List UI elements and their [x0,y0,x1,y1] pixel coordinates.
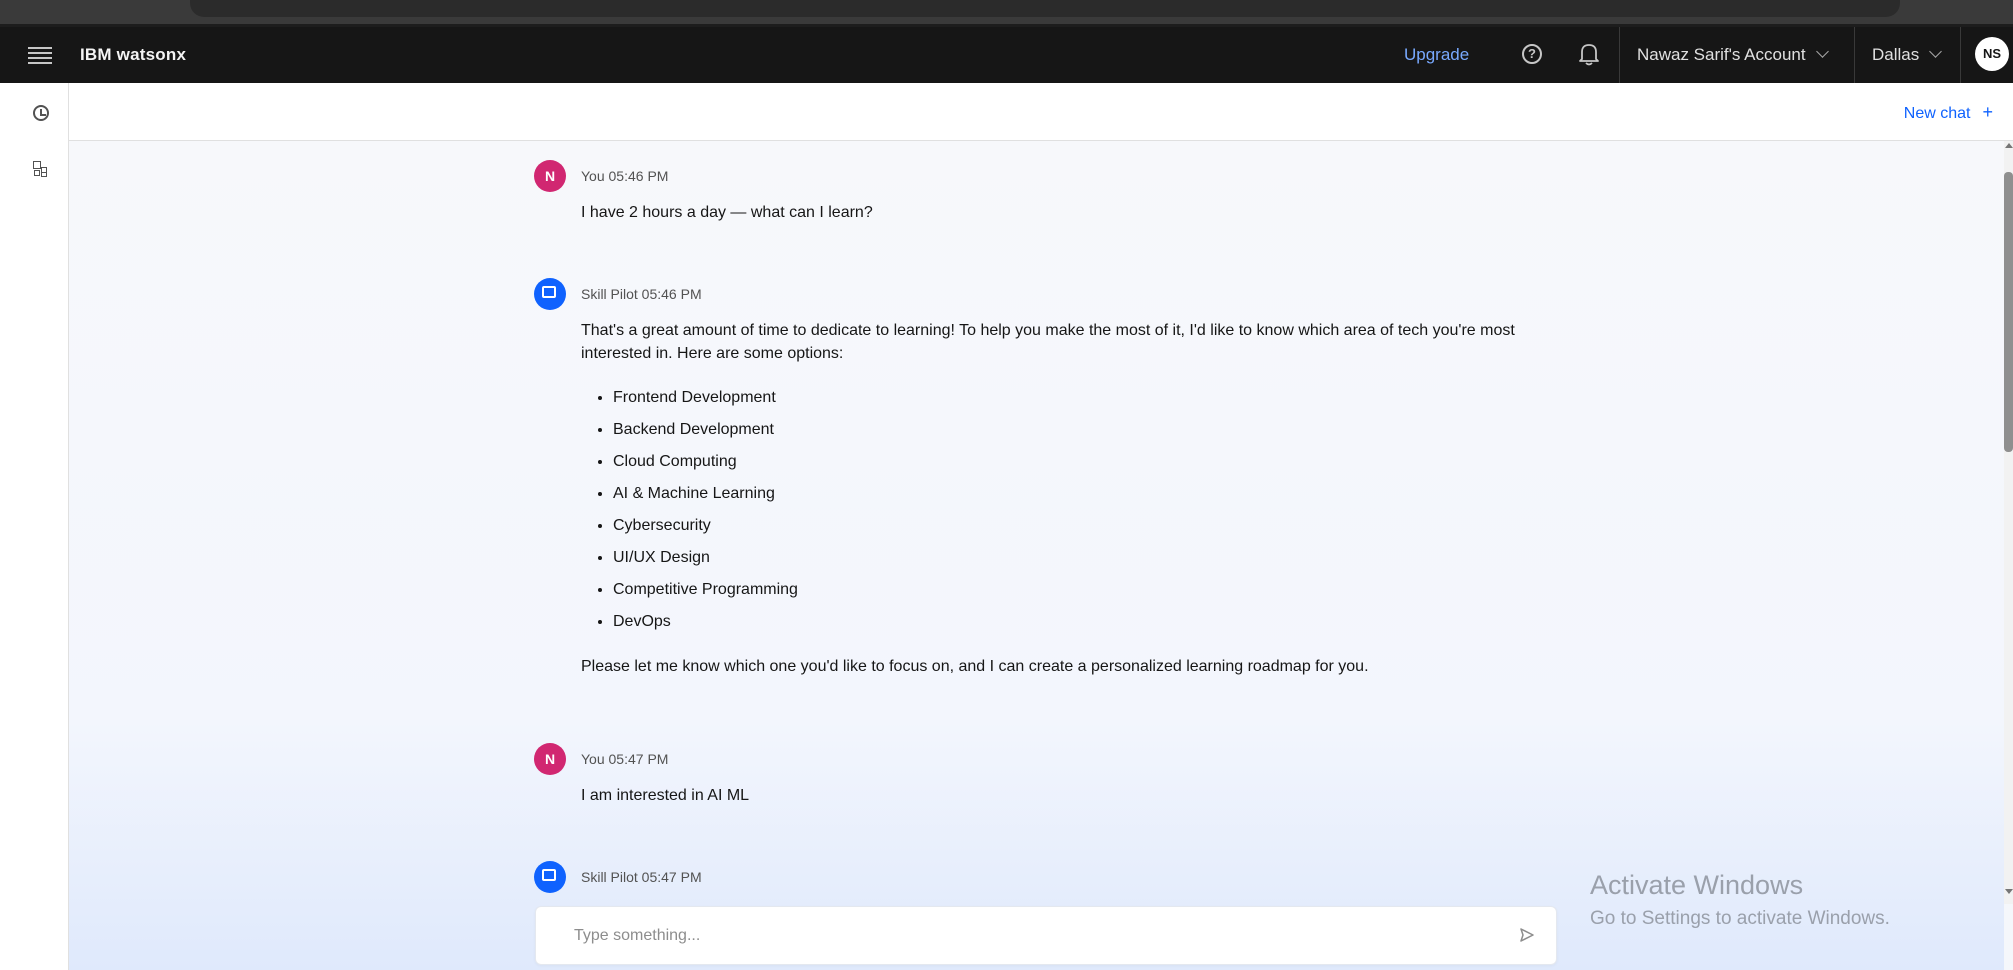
message-meta: You 05:47 PM [581,751,669,767]
region-switcher[interactable]: Dallas [1872,45,1943,65]
history-clock-icon[interactable] [33,105,49,121]
message-input[interactable] [572,924,1476,948]
header-divider [1960,27,1961,83]
account-label: Nawaz Sarif's Account [1637,45,1806,64]
new-chat-button[interactable]: New chat + [1904,102,1993,123]
region-label: Dallas [1872,45,1920,64]
list-item: Cloud Computing [613,450,1581,473]
chat-scrollbar[interactable] [2004,141,2013,904]
header-divider [1854,27,1855,83]
message-intro: That's a great amount of time to dedicat… [581,322,1515,362]
message-text: That's a great amount of time to dedicat… [581,319,1581,699]
scroll-up-arrow-icon[interactable] [2005,143,2013,148]
header-divider [1619,27,1620,83]
list-item: UI/UX Design [613,546,1581,569]
message-text: I have 2 hours a day — what can I learn? [581,201,1581,245]
message-body: I have 2 hours a day — what can I learn? [581,204,873,221]
options-list: Frontend Development Backend Development… [581,386,1581,633]
message-body: I am interested in AI ML [581,787,750,804]
message-meta: Skill Pilot 05:46 PM [581,286,702,302]
user-message-avatar: N [534,743,566,775]
message-outro: Please let me know which one you'd like … [581,658,1369,675]
message-text: I am interested in AI ML [581,784,1581,828]
browser-chrome [0,0,2013,27]
upgrade-link[interactable]: Upgrade [1404,45,1469,65]
help-icon[interactable]: ? [1522,44,1542,64]
activation-watermark: Activate Windows Go to Settings to activ… [1590,870,1890,932]
new-chat-label: New chat [1903,105,1971,122]
list-item: Cybersecurity [613,514,1581,537]
watermark-subtitle: Go to Settings to activate Windows. [1590,908,1890,929]
message-meta: You 05:46 PM [581,168,669,184]
send-icon[interactable] [1518,926,1536,944]
chat-area: N You 05:46 PM I have 2 hours a day — wh… [69,141,2004,970]
list-item: Backend Development [613,418,1581,441]
list-item: Frontend Development [613,386,1581,409]
list-item: DevOps [613,610,1581,633]
plus-icon: + [1982,102,1993,122]
notification-bell-icon[interactable] [1578,41,1600,67]
bot-chat-icon [534,278,566,310]
top-header: IBM watsonx Upgrade ? Nawaz Sarif's Acco… [0,27,2013,83]
list-item: AI & Machine Learning [613,482,1581,505]
brand-title: IBM watsonx [80,45,187,64]
chat-toolbar: New chat + [69,83,2013,141]
watermark-title: Activate Windows [1590,870,1804,900]
list-item: Competitive Programming [613,578,1581,601]
left-rail [0,83,69,970]
user-avatar[interactable]: NS [1975,37,2009,71]
chevron-down-icon [1815,45,1829,58]
scroll-down-arrow-icon[interactable] [2005,889,2013,894]
browser-address-area [190,0,1900,17]
account-switcher[interactable]: Nawaz Sarif's Account [1637,45,1829,65]
message-composer [535,906,1557,965]
scroll-thumb[interactable] [2004,172,2013,452]
chevron-down-icon [1929,45,1943,58]
message-meta: Skill Pilot 05:47 PM [581,869,702,885]
menu-icon[interactable] [28,47,52,64]
apps-grid-icon[interactable] [33,161,49,177]
user-message-avatar: N [534,160,566,192]
bot-chat-icon [534,861,566,893]
